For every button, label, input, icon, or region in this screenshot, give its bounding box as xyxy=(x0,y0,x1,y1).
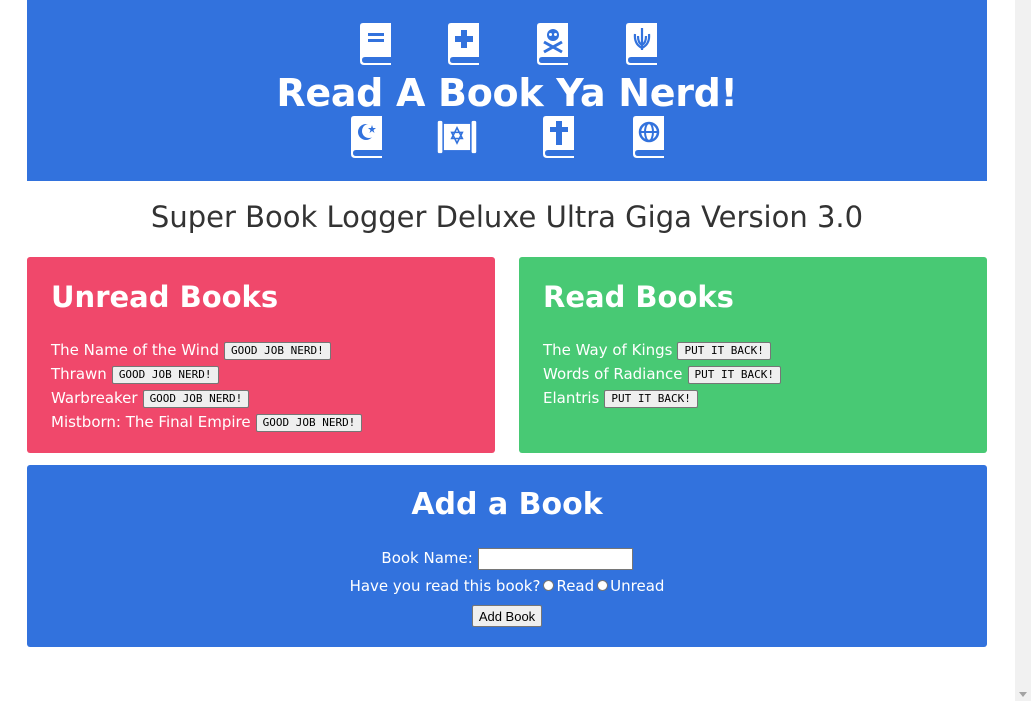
book-title: The Name of the Wind xyxy=(51,341,219,359)
header-icons-bottom xyxy=(27,115,987,159)
book-icon xyxy=(356,22,396,66)
book-title: Mistborn: The Final Empire xyxy=(51,413,251,431)
book-title: Thrawn xyxy=(51,365,107,383)
vertical-scrollbar[interactable] xyxy=(1015,0,1031,701)
read-option-label[interactable]: Read xyxy=(556,577,594,595)
bible-icon xyxy=(539,115,579,159)
add-book-heading: Add a Book xyxy=(411,487,603,522)
list-item: The Way of Kings PUT IT BACK! xyxy=(543,338,781,362)
book-dead-icon xyxy=(533,22,573,66)
list-item: Elantris PUT IT BACK! xyxy=(543,386,781,410)
read-radio[interactable] xyxy=(543,580,555,591)
list-item: Words of Radiance PUT IT BACK! xyxy=(543,362,781,386)
read-question-label: Have you read this book? xyxy=(349,577,541,595)
unread-option-label[interactable]: Unread xyxy=(610,577,664,595)
list-item: Warbreaker GOOD JOB NERD! xyxy=(51,386,362,410)
header-banner: Read A Book Ya Nerd! xyxy=(27,0,987,181)
read-book-list: The Way of Kings PUT IT BACK! Words of Ra… xyxy=(543,338,781,410)
bible-icon xyxy=(444,22,484,66)
unread-radio[interactable] xyxy=(597,580,609,591)
book-title: Warbreaker xyxy=(51,389,138,407)
book-name-input[interactable] xyxy=(477,547,633,570)
unread-books-heading: Unread Books xyxy=(51,280,279,314)
mark-unread-button[interactable]: PUT IT BACK! xyxy=(687,365,781,384)
mark-read-button[interactable]: GOOD JOB NERD! xyxy=(224,341,331,360)
book-name-row: Book Name: xyxy=(27,546,987,570)
unread-books-panel: Unread Books The Name of the Wind GOOD JO… xyxy=(27,257,495,453)
quran-icon xyxy=(347,115,387,159)
unread-book-list: The Name of the Wind GOOD JOB NERD! Thraw… xyxy=(51,338,363,434)
add-book-button[interactable]: Add Book xyxy=(471,605,543,627)
scroll-down-icon[interactable] xyxy=(1019,692,1027,697)
read-books-panel: Read Books The Way of Kings PUT IT BACK! … xyxy=(519,257,987,453)
site-title: Read A Book Ya Nerd! xyxy=(276,71,738,115)
app-subtitle: Super Book Logger Deluxe Ultra Giga Vers… xyxy=(150,200,864,234)
page-container: Read A Book Ya Nerd! Super Book Logger D… xyxy=(27,0,987,647)
mark-unread-button[interactable]: PUT IT BACK! xyxy=(604,389,698,408)
book-title: Words of Radiance xyxy=(543,365,683,383)
mark-unread-button[interactable]: PUT IT BACK! xyxy=(677,341,771,360)
read-books-heading: Read Books xyxy=(543,280,734,314)
book-jedi-icon xyxy=(622,22,662,66)
list-item: Thrawn GOOD JOB NERD! xyxy=(51,362,362,386)
submit-row: Add Book xyxy=(27,605,987,627)
book-title: Elantris xyxy=(543,389,600,407)
atlas-icon xyxy=(629,115,669,159)
list-item: Mistborn: The Final Empire GOOD JOB NERD! xyxy=(51,410,363,434)
torah-icon xyxy=(437,115,477,159)
header-icons-top xyxy=(27,22,987,66)
book-title: The Way of Kings xyxy=(543,341,673,359)
read-status-row: Have you read this book? Read Unread xyxy=(27,574,987,598)
list-item: The Name of the Wind GOOD JOB NERD! xyxy=(51,338,362,362)
book-name-label: Book Name: xyxy=(381,549,473,567)
mark-read-button[interactable]: GOOD JOB NERD! xyxy=(255,413,363,432)
mark-read-button[interactable]: GOOD JOB NERD! xyxy=(142,389,250,408)
mark-read-button[interactable]: GOOD JOB NERD! xyxy=(111,365,219,384)
add-book-panel: Add a Book Book Name: Have you read this… xyxy=(27,465,987,647)
